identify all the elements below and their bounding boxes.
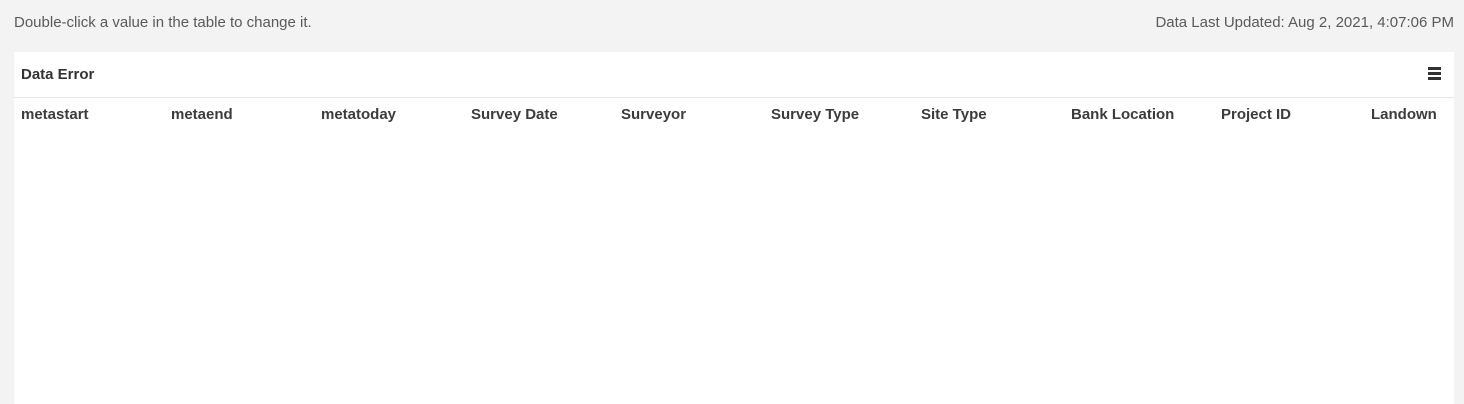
column-header-surveyor[interactable]: Surveyor <box>614 98 764 132</box>
column-header-metatoday[interactable]: metatoday <box>314 98 464 132</box>
hamburger-menu-icon[interactable] <box>1428 65 1442 81</box>
table-header-row: metastart metaend metatoday Survey Date … <box>14 98 1454 132</box>
panel-header: Data Error <box>14 52 1454 98</box>
top-bar: Double-click a value in the table to cha… <box>0 0 1464 46</box>
column-header-bank-location[interactable]: Bank Location <box>1064 98 1214 132</box>
column-header-metastart[interactable]: metastart <box>14 98 164 132</box>
column-header-site-type[interactable]: Site Type <box>914 98 1064 132</box>
column-header-project-id[interactable]: Project ID <box>1214 98 1364 132</box>
column-header-landown[interactable]: Landown <box>1364 98 1454 132</box>
edit-hint-text: Double-click a value in the table to cha… <box>14 14 312 31</box>
last-updated-text: Data Last Updated: Aug 2, 2021, 4:07:06 … <box>1155 14 1454 31</box>
table-body <box>14 132 1454 404</box>
data-table-panel: Data Error metastart metaend metatoday S… <box>14 52 1454 404</box>
column-header-survey-date[interactable]: Survey Date <box>464 98 614 132</box>
column-header-metaend[interactable]: metaend <box>164 98 314 132</box>
column-header-survey-type[interactable]: Survey Type <box>764 98 914 132</box>
panel-title: Data Error <box>21 66 95 83</box>
